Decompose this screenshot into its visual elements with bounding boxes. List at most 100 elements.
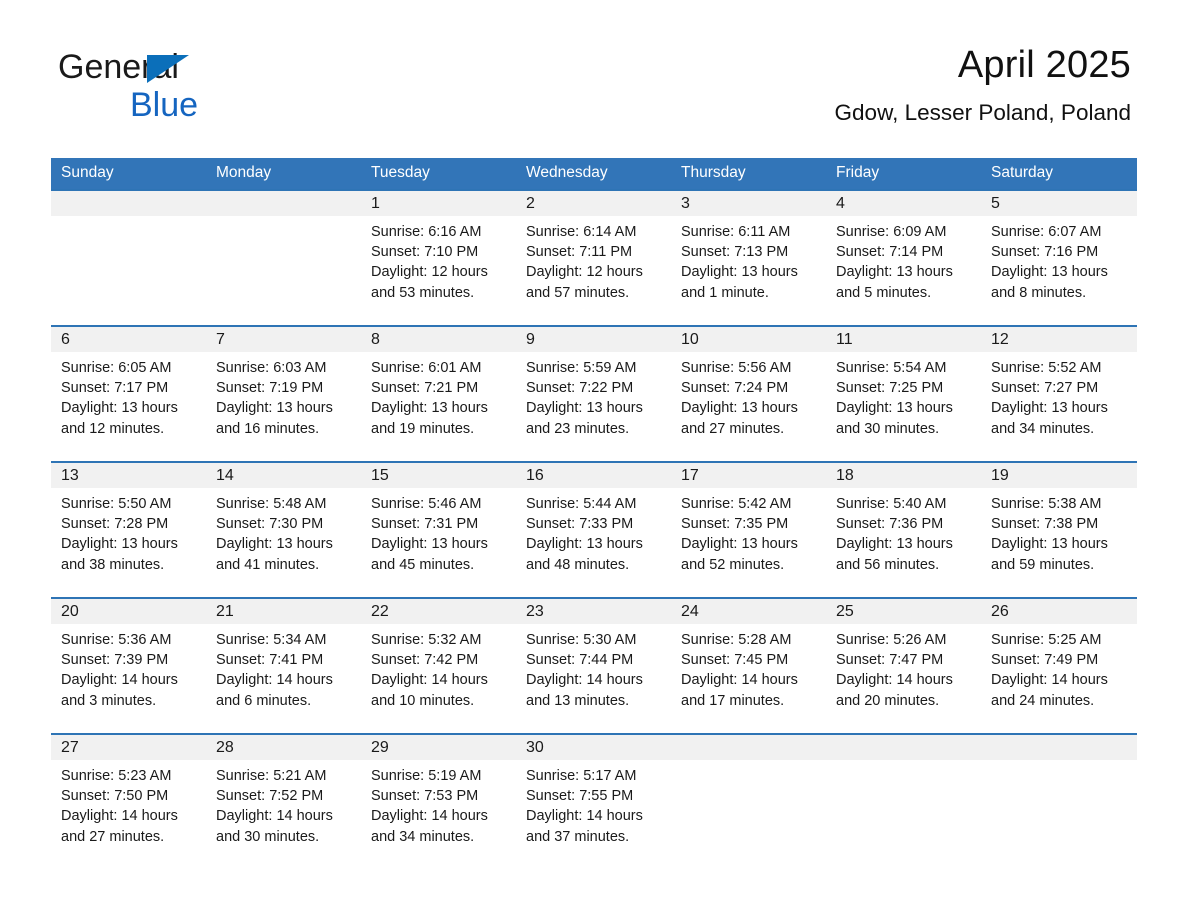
day-number-18[interactable]: 18: [826, 461, 981, 488]
day-detail-line: Daylight: 13 hours: [526, 536, 643, 553]
week-detail-row: Sunrise: 5:23 AM Sunset: 7:50 PM Daylight:…: [51, 760, 1137, 858]
day-detail-line: Sunrise: 6:01 AM: [371, 360, 482, 376]
day-number-21[interactable]: 21: [206, 597, 361, 624]
day-detail-line: and 56 minutes.: [836, 556, 940, 573]
day-number-5[interactable]: 5: [981, 189, 1137, 216]
column-header-saturday: Saturday: [981, 158, 1137, 190]
day-details-15: Sunrise: 5:46 AM Sunset: 7:31 PM Daylight:…: [361, 488, 516, 586]
day-detail-line: Sunset: 7:52 PM: [216, 788, 324, 805]
day-number-30[interactable]: 30: [516, 733, 671, 760]
page-header: General Blue April 2025 Gdow, Lesser Pol…: [0, 0, 1188, 125]
day-number-28[interactable]: 28: [206, 733, 361, 760]
week-detail-row: Sunrise: 5:50 AM Sunset: 7:28 PM Daylight:…: [51, 488, 1137, 586]
day-detail-line: Sunset: 7:10 PM: [371, 244, 479, 261]
day-detail-line: Sunrise: 5:32 AM: [371, 632, 482, 648]
column-header-tuesday: Tuesday: [361, 158, 516, 190]
day-number-25[interactable]: 25: [826, 597, 981, 624]
day-number-27[interactable]: 27: [51, 733, 206, 760]
day-detail-line: Daylight: 13 hours: [61, 400, 178, 417]
day-detail-line: Sunset: 7:50 PM: [61, 788, 169, 805]
day-detail-line: and 41 minutes.: [216, 556, 320, 573]
day-number-20[interactable]: 20: [51, 597, 206, 624]
week-detail-row: Sunrise: 6:05 AM Sunset: 7:17 PM Daylight:…: [51, 352, 1137, 450]
day-detail-line: Daylight: 14 hours: [216, 672, 333, 689]
day-number-15[interactable]: 15: [361, 461, 516, 488]
day-detail-line: and 1 minute.: [681, 284, 769, 301]
day-detail-line: Sunset: 7:11 PM: [526, 244, 633, 261]
day-number-24[interactable]: 24: [671, 597, 826, 624]
day-number-9[interactable]: 9: [516, 325, 671, 352]
day-detail-line: Sunset: 7:38 PM: [991, 516, 1099, 533]
day-number-12[interactable]: 12: [981, 325, 1137, 352]
week-spacer: [51, 722, 1137, 734]
day-detail-line: Sunrise: 5:56 AM: [681, 360, 792, 376]
day-number-7[interactable]: 7: [206, 325, 361, 352]
day-detail-line: Sunset: 7:16 PM: [991, 244, 1099, 261]
day-number-8[interactable]: 8: [361, 325, 516, 352]
day-detail-line: and 13 minutes.: [526, 692, 630, 709]
day-number-empty: [981, 733, 1137, 760]
day-detail-line: Daylight: 13 hours: [836, 264, 953, 281]
day-number-23[interactable]: 23: [516, 597, 671, 624]
day-number-10[interactable]: 10: [671, 325, 826, 352]
day-detail-line: Sunrise: 5:26 AM: [836, 632, 947, 648]
day-detail-line: Sunrise: 5:34 AM: [216, 632, 327, 648]
day-detail-line: Sunset: 7:21 PM: [371, 380, 479, 397]
day-details-27: Sunrise: 5:23 AM Sunset: 7:50 PM Daylight:…: [51, 760, 206, 858]
day-detail-line: Sunset: 7:22 PM: [526, 380, 634, 397]
day-detail-line: Sunrise: 5:40 AM: [836, 496, 947, 512]
day-detail-line: and 5 minutes.: [836, 284, 932, 301]
day-detail-line: Daylight: 14 hours: [526, 808, 643, 825]
day-detail-line: and 8 minutes.: [991, 284, 1087, 301]
day-detail-line: and 59 minutes.: [991, 556, 1095, 573]
day-details-8: Sunrise: 6:01 AM Sunset: 7:21 PM Daylight:…: [361, 352, 516, 450]
day-details-1: Sunrise: 6:16 AM Sunset: 7:10 PM Daylight:…: [361, 216, 516, 314]
day-detail-line: Sunrise: 5:17 AM: [526, 768, 637, 784]
day-number-6[interactable]: 6: [51, 325, 206, 352]
day-number-1[interactable]: 1: [361, 189, 516, 216]
day-detail-line: Daylight: 13 hours: [526, 400, 643, 417]
day-number-26[interactable]: 26: [981, 597, 1137, 624]
day-detail-line: Sunrise: 6:11 AM: [681, 224, 791, 240]
day-detail-line: Daylight: 13 hours: [681, 400, 798, 417]
calendar-header-row: Sunday Monday Tuesday Wednesday Thursday Frid…: [51, 158, 1137, 190]
day-detail-line: Sunset: 7:28 PM: [61, 516, 169, 533]
day-number-11[interactable]: 11: [826, 325, 981, 352]
day-detail-line: Sunset: 7:47 PM: [836, 652, 944, 669]
day-number-13[interactable]: 13: [51, 461, 206, 488]
day-detail-line: Sunset: 7:36 PM: [836, 516, 944, 533]
day-details-11: Sunrise: 5:54 AM Sunset: 7:25 PM Daylight:…: [826, 352, 981, 450]
day-detail-line: Sunset: 7:53 PM: [371, 788, 479, 805]
day-detail-line: Daylight: 13 hours: [991, 264, 1108, 281]
day-detail-line: Daylight: 13 hours: [836, 536, 953, 553]
brand-triangle-icon: [147, 55, 189, 83]
day-number-16[interactable]: 16: [516, 461, 671, 488]
day-detail-line: Daylight: 14 hours: [61, 672, 178, 689]
week-spacer-cell: [51, 314, 1137, 326]
day-detail-line: Sunset: 7:25 PM: [836, 380, 944, 397]
day-number-3[interactable]: 3: [671, 189, 826, 216]
day-detail-line: Sunset: 7:49 PM: [991, 652, 1099, 669]
day-number-2[interactable]: 2: [516, 189, 671, 216]
day-detail-line: and 45 minutes.: [371, 556, 475, 573]
day-detail-line: and 37 minutes.: [526, 828, 630, 845]
calendar-page: General Blue April 2025 Gdow, Lesser Pol…: [0, 0, 1188, 918]
day-detail-line: Sunrise: 5:19 AM: [371, 768, 482, 784]
day-detail-line: Sunrise: 6:05 AM: [61, 360, 172, 376]
day-number-29[interactable]: 29: [361, 733, 516, 760]
day-details-12: Sunrise: 5:52 AM Sunset: 7:27 PM Daylight:…: [981, 352, 1137, 450]
day-number-14[interactable]: 14: [206, 461, 361, 488]
day-detail-line: Sunset: 7:39 PM: [61, 652, 169, 669]
day-detail-line: Sunrise: 5:23 AM: [61, 768, 172, 784]
day-number-22[interactable]: 22: [361, 597, 516, 624]
day-details-14: Sunrise: 5:48 AM Sunset: 7:30 PM Daylight:…: [206, 488, 361, 586]
day-details-21: Sunrise: 5:34 AM Sunset: 7:41 PM Daylight:…: [206, 624, 361, 722]
column-header-monday: Monday: [206, 158, 361, 190]
day-number-4[interactable]: 4: [826, 189, 981, 216]
day-detail-line: and 27 minutes.: [681, 420, 785, 437]
day-number-17[interactable]: 17: [671, 461, 826, 488]
logo-line-general: General: [58, 50, 198, 86]
day-detail-line: Daylight: 13 hours: [681, 264, 798, 281]
day-number-19[interactable]: 19: [981, 461, 1137, 488]
general-blue-logo[interactable]: General Blue: [58, 50, 198, 124]
